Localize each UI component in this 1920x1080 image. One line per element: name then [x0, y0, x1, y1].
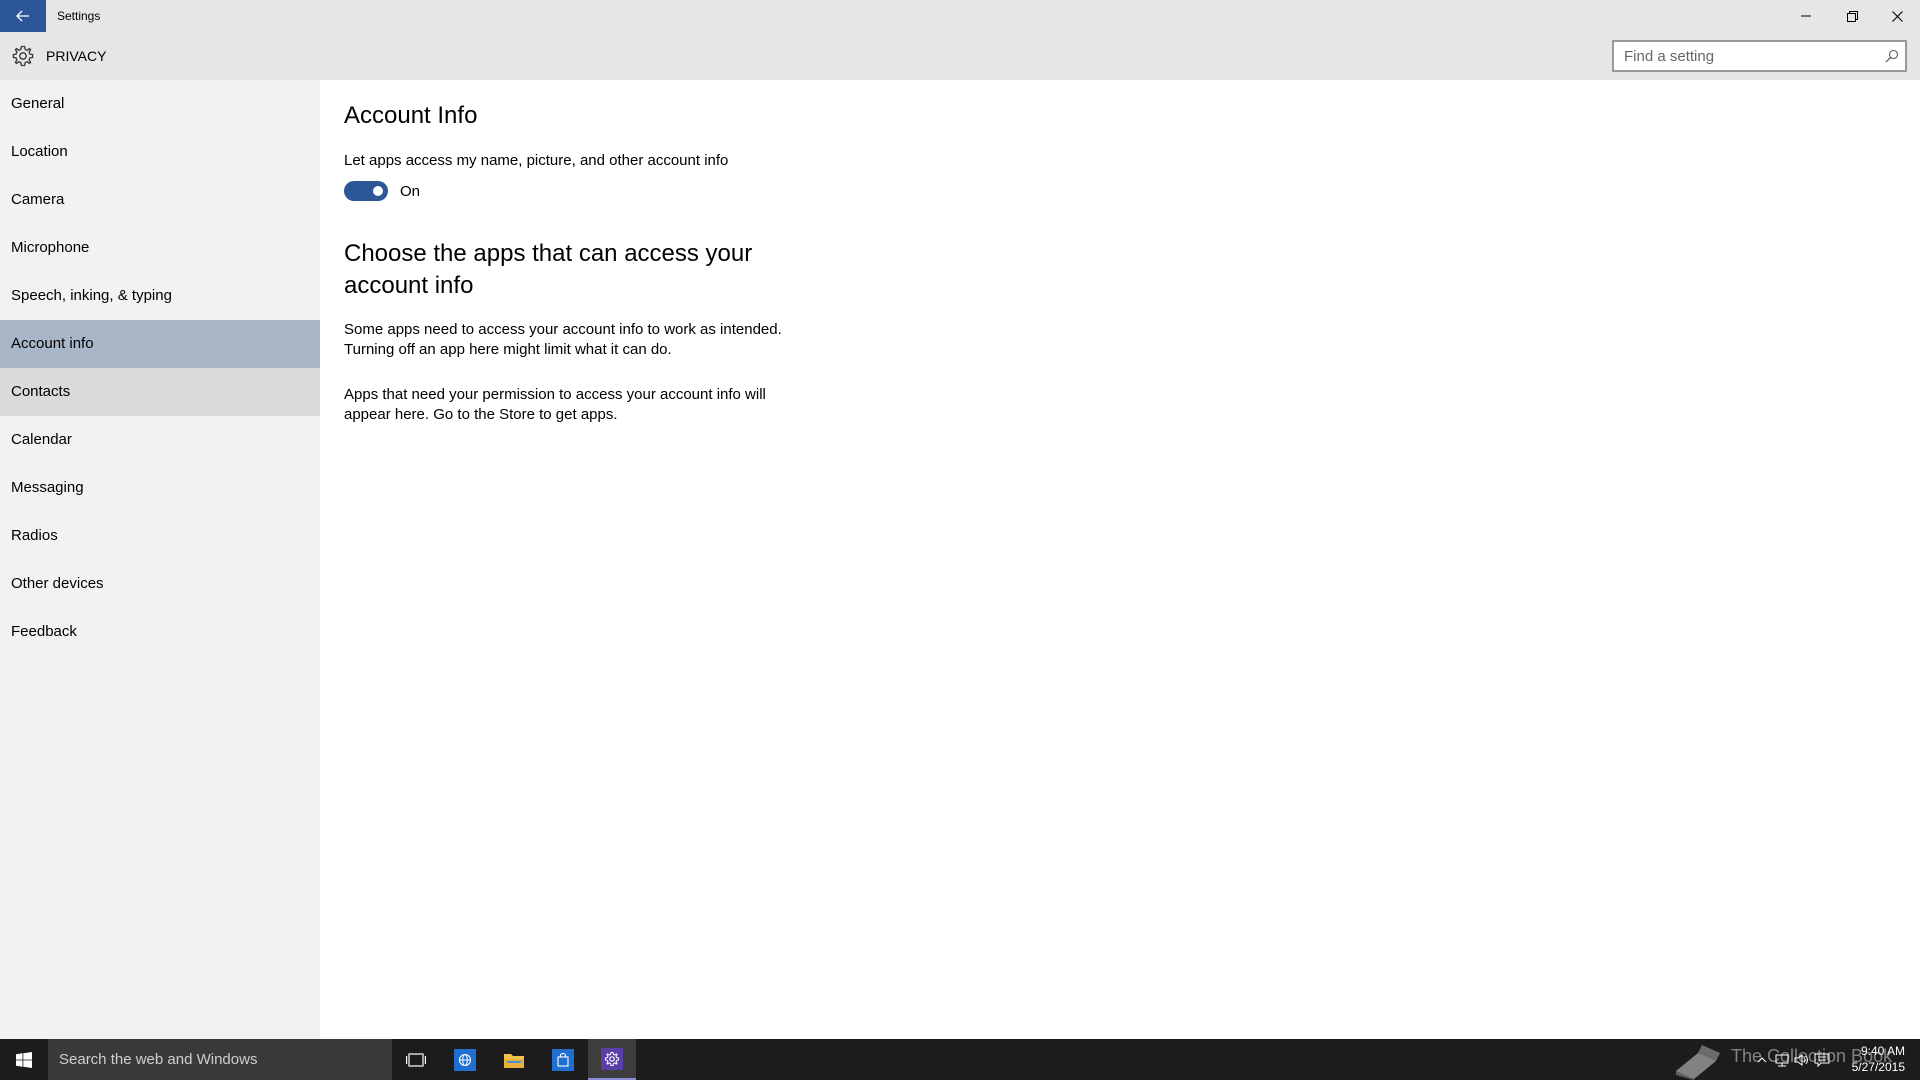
windows-logo-icon	[16, 1051, 32, 1068]
toggle-knob	[373, 186, 383, 196]
toggle-state-label: On	[400, 183, 421, 200]
apps-description: Some apps need to access your account in…	[344, 321, 782, 358]
restore-button[interactable]	[1829, 0, 1875, 32]
back-arrow-icon	[16, 10, 29, 22]
minimize-icon	[1801, 15, 1811, 17]
taskbar-search-box[interactable]: Search the web and Windows	[48, 1039, 392, 1080]
back-button[interactable]	[0, 0, 46, 32]
store-bag-icon	[552, 1048, 574, 1071]
search-icon[interactable]	[1879, 43, 1905, 69]
apps-empty-message: Apps that need your permission to access…	[344, 386, 766, 423]
sidebar-item-speech-inking-typing[interactable]: Speech, inking, & typing	[0, 272, 320, 320]
main-content: Account Info Let apps access my name, pi…	[320, 80, 1920, 1039]
sidebar-item-general[interactable]: General	[0, 80, 320, 128]
gear-icon	[12, 45, 34, 67]
clock-time: 9:40 AM	[1860, 1044, 1905, 1058]
chevron-up-icon[interactable]	[1752, 1050, 1772, 1070]
sidebar-item-camera[interactable]: Camera	[0, 176, 320, 224]
clock-date: 5/27/2015	[1851, 1060, 1905, 1074]
folder-icon	[504, 1053, 524, 1068]
network-icon[interactable]	[1772, 1050, 1792, 1070]
title-bar: Settings	[0, 0, 1920, 32]
sidebar-item-other-devices[interactable]: Other devices	[0, 560, 320, 608]
minimize-button[interactable]	[1783, 0, 1829, 32]
apps-subheading: Choose the apps that can access your acc…	[344, 240, 753, 299]
sidebar-item-microphone[interactable]: Microphone	[0, 224, 320, 272]
section-title: PRIVACY	[46, 48, 107, 64]
search-input[interactable]	[1614, 42, 1879, 70]
settings-gear-icon	[601, 1047, 623, 1070]
sidebar-item-account-info[interactable]: Account info	[0, 320, 320, 368]
taskbar-clock[interactable]: 9:40 AM 5/27/2015	[1845, 1043, 1905, 1075]
task-view-icon	[406, 1052, 426, 1067]
close-icon	[1891, 10, 1903, 22]
system-tray	[1752, 1039, 1832, 1080]
taskbar-store-button[interactable]	[539, 1039, 587, 1080]
taskbar: Search the web and Windows The Collectio…	[0, 1039, 1920, 1080]
volume-icon[interactable]	[1792, 1050, 1812, 1070]
search-box[interactable]	[1612, 40, 1907, 72]
sidebar-item-messaging[interactable]: Messaging	[0, 464, 320, 512]
page-header: PRIVACY	[0, 32, 1920, 80]
sidebar-item-location[interactable]: Location	[0, 128, 320, 176]
taskbar-browser-button[interactable]	[441, 1039, 489, 1080]
book-watermark-icon	[1676, 1045, 1720, 1080]
close-button[interactable]	[1874, 0, 1920, 32]
sidebar-item-calendar[interactable]: Calendar	[0, 416, 320, 464]
page-title: Account Info	[344, 102, 478, 129]
window-title: Settings	[57, 9, 101, 23]
account-info-access-toggle[interactable]	[344, 181, 388, 201]
taskbar-settings-button[interactable]	[588, 1039, 636, 1080]
globe-icon	[454, 1048, 476, 1071]
restore-icon	[1846, 10, 1858, 22]
sidebar: General Location Camera Microphone Speec…	[0, 80, 320, 1039]
sidebar-item-contacts[interactable]: Contacts	[0, 368, 320, 416]
sidebar-item-radios[interactable]: Radios	[0, 512, 320, 560]
action-center-icon[interactable]	[1812, 1050, 1832, 1070]
start-button[interactable]	[0, 1039, 48, 1080]
toggle-description: Let apps access my name, picture, and ot…	[344, 152, 729, 169]
sidebar-item-feedback[interactable]: Feedback	[0, 608, 320, 656]
task-view-button[interactable]	[392, 1039, 440, 1080]
taskbar-file-explorer-button[interactable]	[490, 1039, 538, 1080]
